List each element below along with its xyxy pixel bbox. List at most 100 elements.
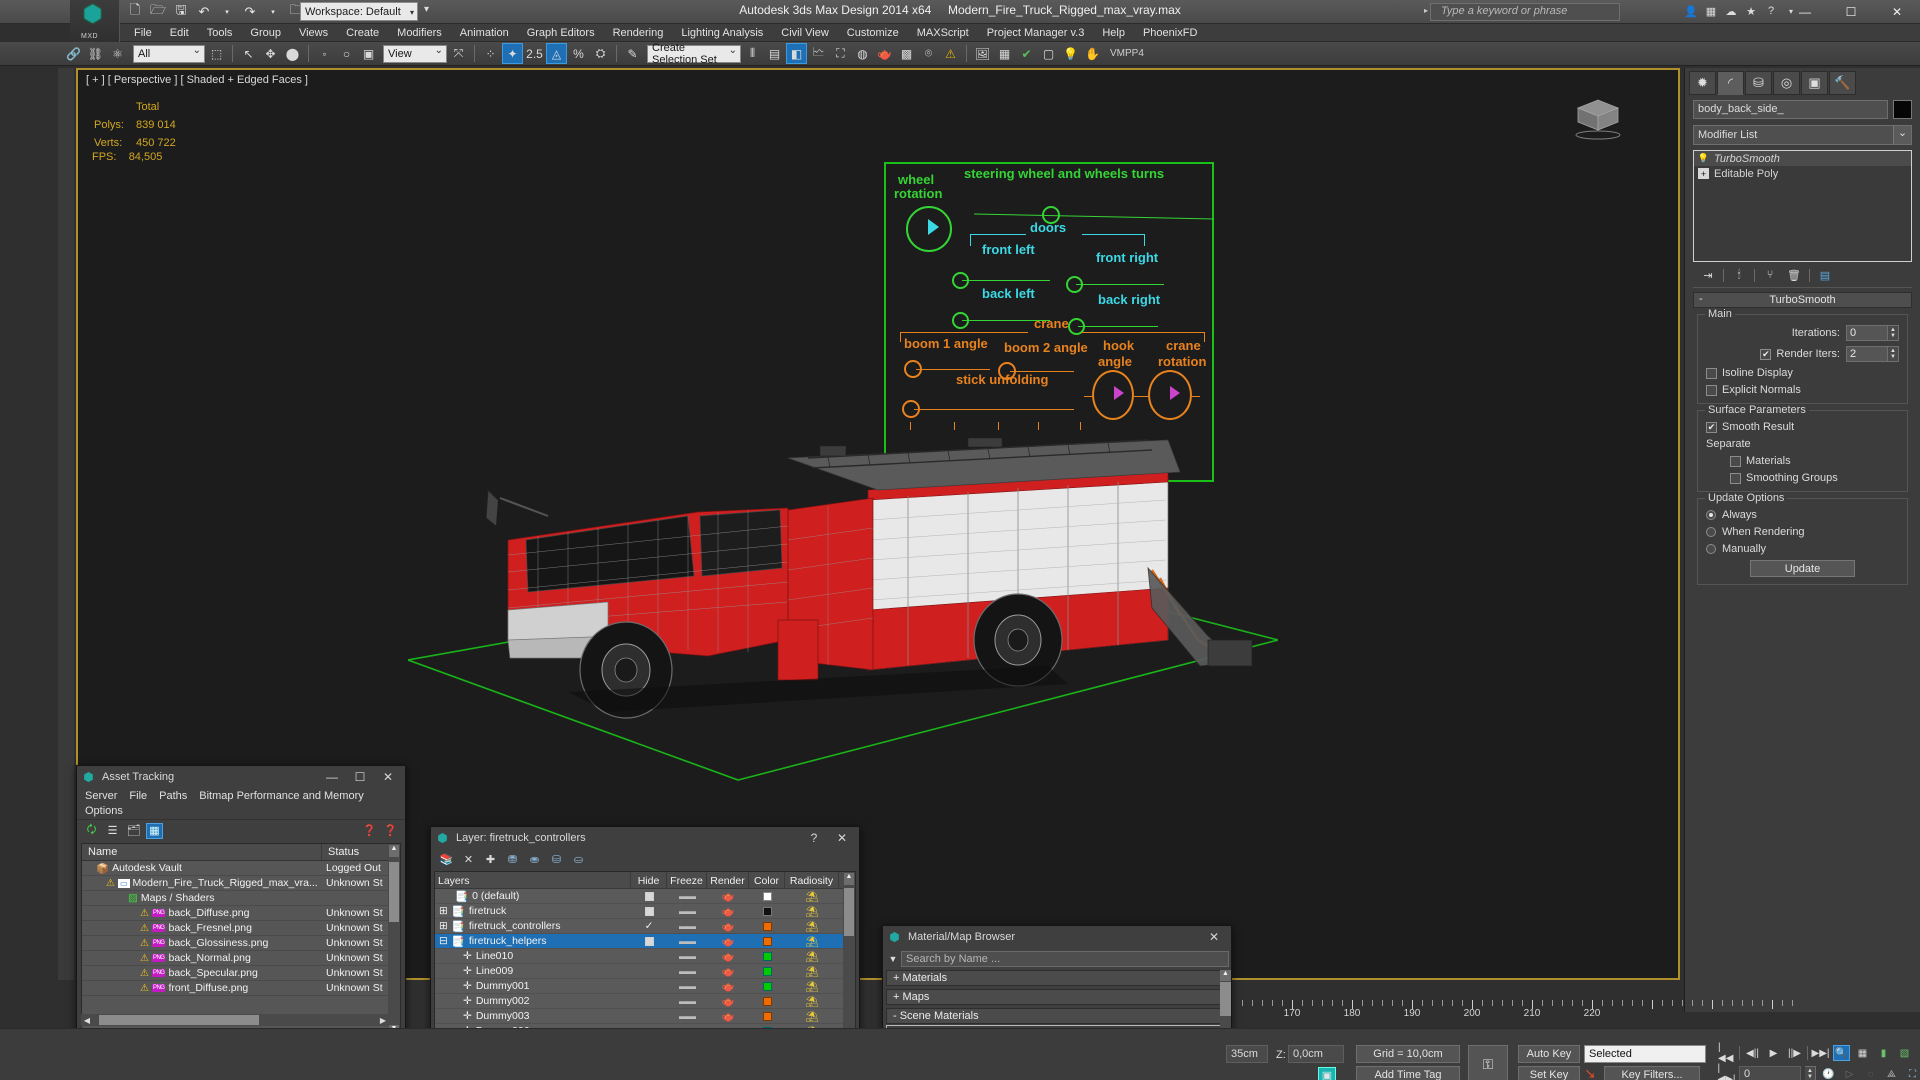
maps-section-header[interactable]: + Maps xyxy=(886,989,1228,1005)
modifier-list-dropdown[interactable]: Modifier List xyxy=(1693,125,1912,145)
scroll-thumb[interactable] xyxy=(844,888,854,936)
radiosity-toggle[interactable]: ⛱ xyxy=(785,950,839,963)
explicit-normals-row[interactable]: Explicit Normals xyxy=(1706,384,1899,396)
render-toggle[interactable]: 🫖 xyxy=(707,995,749,1008)
cloud-icon[interactable]: ☁ xyxy=(1722,2,1740,20)
expand-icon[interactable]: ⊞ xyxy=(439,905,448,917)
orbit-icon[interactable]: ◌ xyxy=(1862,1066,1879,1080)
scroll-thumb[interactable] xyxy=(1220,982,1231,1016)
color-swatch[interactable] xyxy=(749,1011,785,1021)
track-bar[interactable]: 170 180 190 200 210 220 xyxy=(1240,1000,1800,1028)
update-button[interactable]: Update xyxy=(1750,560,1855,577)
render-toggle[interactable]: 🫖 xyxy=(707,980,749,993)
scroll-thumb[interactable] xyxy=(389,862,399,922)
freeze-toggle[interactable]: ▬▬ xyxy=(667,1011,707,1021)
edit-named-selection-icon[interactable]: ⛭ xyxy=(590,43,611,64)
radiosity-toggle[interactable]: ⛱ xyxy=(785,995,839,1008)
table-row[interactable]: ⚠ PNG back_Glossiness.png Unknown St xyxy=(82,936,400,951)
color-swatch[interactable] xyxy=(749,936,785,946)
render-iters-spinner-buttons[interactable]: ▲ ▼ xyxy=(1888,346,1899,362)
material-search-input[interactable]: Search by Name ... xyxy=(901,950,1229,967)
schematic-view-icon[interactable]: ⛶ xyxy=(830,43,851,64)
render-toggle[interactable]: 🫖 xyxy=(707,935,749,948)
utilities-tab[interactable]: 🔨 xyxy=(1829,71,1856,95)
scene-materials-section-header[interactable]: - Scene Materials xyxy=(886,1008,1228,1024)
make-unique-icon[interactable]: ⑂ xyxy=(1761,267,1779,283)
menu-item-file[interactable]: File xyxy=(125,26,161,40)
search-expand-icon[interactable]: ▸ xyxy=(1424,6,1428,15)
freeze-toggle[interactable]: ▬▬ xyxy=(667,996,707,1006)
view-cube-icon[interactable] xyxy=(1568,92,1628,140)
separate-materials-row[interactable]: Materials xyxy=(1706,455,1899,467)
freeze-toggle[interactable]: ▬▬ xyxy=(667,951,707,961)
show-end-result-icon[interactable]: 🕯 xyxy=(1730,267,1748,283)
render-iters-spinner-field[interactable]: 2 xyxy=(1846,346,1888,362)
hierarchy-tab[interactable]: ⛁ xyxy=(1745,71,1772,95)
color-swatch[interactable] xyxy=(749,891,785,901)
table-row[interactable]: 📦 Autodesk Vault Logged Out xyxy=(82,861,400,876)
explicit-normals-checkbox[interactable] xyxy=(1706,384,1717,396)
menu-item-tools[interactable]: Tools xyxy=(198,26,242,40)
menu-item-create[interactable]: Create xyxy=(337,26,388,40)
render-iters-checkbox[interactable]: ✔ xyxy=(1760,348,1772,360)
ctl-back-right-track[interactable] xyxy=(1078,326,1158,327)
search-input[interactable]: Type a keyword or phrase xyxy=(1430,3,1620,21)
iterations-spinner-buttons[interactable]: ▲ ▼ xyxy=(1888,325,1899,341)
color-swatch[interactable] xyxy=(749,921,785,931)
signin-icon[interactable]: 👤 xyxy=(1682,2,1700,20)
open-file-icon[interactable]: 🗁 xyxy=(148,2,168,22)
isoline-display-checkbox[interactable] xyxy=(1706,367,1717,379)
render-toggle[interactable]: 🫖 xyxy=(707,1010,749,1023)
create-new-layer-icon[interactable]: 📚 xyxy=(439,852,454,867)
named-selection-set-field[interactable]: Create Selection Set xyxy=(647,42,741,66)
material-editor-icon[interactable]: ◍ xyxy=(852,43,873,64)
render-production-icon[interactable]: ⌾ xyxy=(918,43,939,64)
pan-view-icon[interactable]: ▷ xyxy=(1841,1066,1858,1080)
goto-start-icon[interactable]: |◀◀ xyxy=(1718,1042,1735,1064)
snap-toggle-icon[interactable]: ✦ xyxy=(502,43,523,64)
table-row[interactable]: ⚠ PNG back_Diffuse.png Unknown St xyxy=(82,906,400,921)
refresh-icon[interactable]: 🗘 xyxy=(83,823,100,839)
freeze-toggle[interactable]: ▬▬ xyxy=(667,921,707,931)
render-frame-icon[interactable]: ▩ xyxy=(896,43,917,64)
asset-tracking-maximize[interactable]: ☐ xyxy=(346,767,374,787)
set-key-button[interactable]: Set Key xyxy=(1518,1066,1580,1080)
menu-item-animation[interactable]: Animation xyxy=(451,26,518,40)
radiosity-toggle[interactable]: ⛱ xyxy=(785,890,839,903)
smooth-result-checkbox[interactable]: ✔ xyxy=(1706,421,1717,433)
select-move-icon[interactable]: ✥ xyxy=(260,43,281,64)
display-tab[interactable]: ▣ xyxy=(1801,71,1828,95)
smooth-result-row[interactable]: ✔ Smooth Result xyxy=(1706,421,1899,433)
ctl-front-left-track[interactable] xyxy=(962,280,1050,281)
column-header-freeze[interactable]: Freeze xyxy=(667,872,707,888)
table-row[interactable]: ✛ Dummy001 ▬▬ 🫖 ⛱ xyxy=(435,979,855,994)
path-view-icon[interactable]: 🗂 xyxy=(125,823,142,839)
select-by-name-icon[interactable]: ⁘ xyxy=(480,43,501,64)
column-header-name[interactable]: Name xyxy=(82,844,322,860)
smoothing-groups-checkbox[interactable] xyxy=(1730,472,1741,484)
mirror-icon[interactable]: ✎ xyxy=(622,43,643,64)
select-objects-in-layer-icon[interactable]: ⛃ xyxy=(505,852,520,867)
asset-tracking-grid[interactable]: Name Status 📦 Autodesk Vault Logged Out ⚠… xyxy=(81,843,401,1039)
undo-icon[interactable]: ↶ xyxy=(194,3,214,22)
column-header-layers[interactable]: Layers xyxy=(435,872,631,888)
menu-item-project-manager[interactable]: Project Manager v.3 xyxy=(978,26,1094,40)
at-menu-options[interactable]: Options xyxy=(79,804,129,818)
vray-frame-buffer-icon[interactable]: 🖼 xyxy=(972,43,993,64)
column-header-color[interactable]: Color xyxy=(749,872,785,888)
layer-properties-icon[interactable]: ⛀ xyxy=(571,852,586,867)
table-row[interactable]: ✛ Dummy002 ▬▬ 🫖 ⛱ xyxy=(435,994,855,1009)
asset-tracking-window[interactable]: ⬢ Asset Tracking — ☐ ✕ Server File Paths… xyxy=(76,765,406,1065)
add-to-layer-icon[interactable]: ✚ xyxy=(483,852,498,867)
select-rotate-icon[interactable]: ⬤ xyxy=(282,43,303,64)
hscroll-thumb[interactable] xyxy=(99,1015,259,1025)
unlink-selection-icon[interactable]: ⛓ xyxy=(85,43,106,64)
list-view-icon[interactable]: ☰ xyxy=(104,823,121,839)
table-row[interactable]: ⊞ 📑 firetruck_controllers ✓ ▬▬ 🫖 ⛱ xyxy=(435,919,855,934)
hide-toggle[interactable]: ✓ xyxy=(631,920,667,932)
ref-coord-system-dropdown[interactable]: View xyxy=(383,44,447,63)
save-file-icon[interactable]: 🖫 xyxy=(171,2,191,22)
materials-section-header[interactable]: + Materials xyxy=(886,970,1228,986)
color-swatch[interactable] xyxy=(749,906,785,916)
delete-layer-icon[interactable]: ✕ xyxy=(461,852,476,867)
